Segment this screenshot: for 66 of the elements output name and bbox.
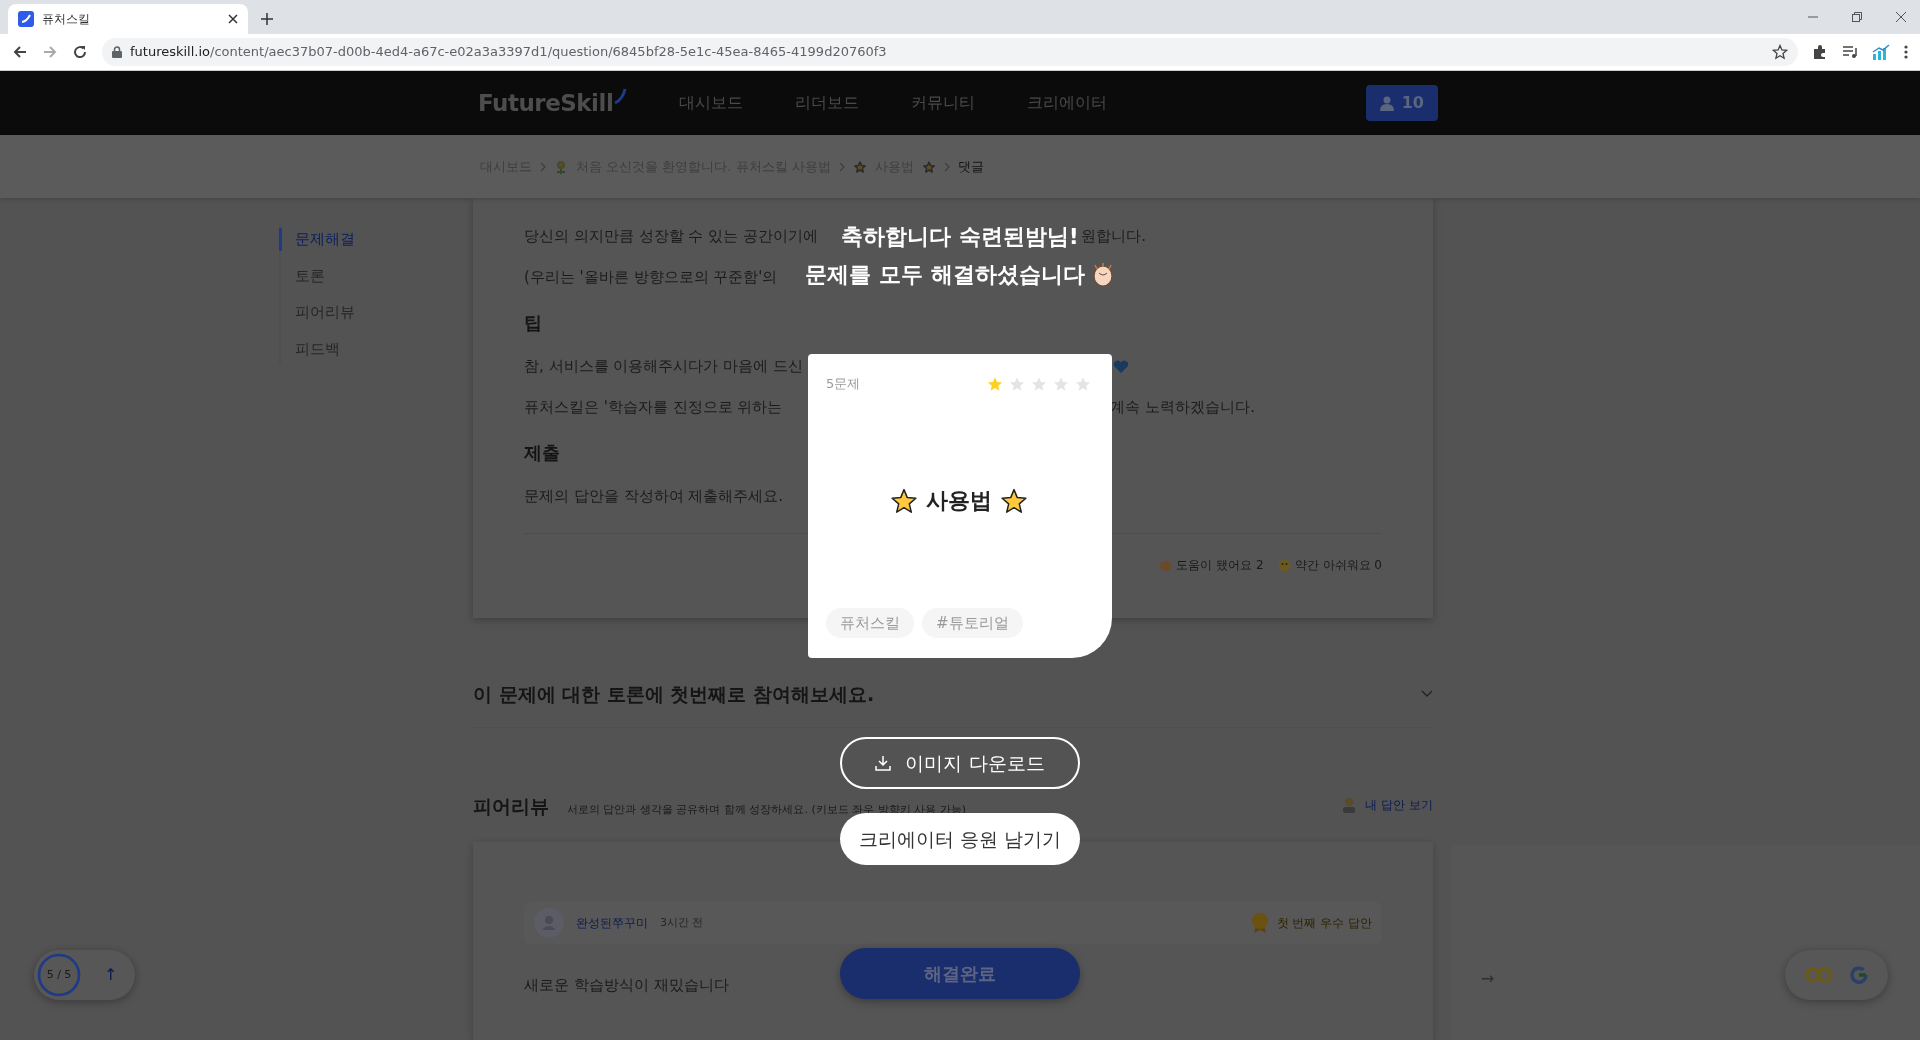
award-label: 첫 번째 우수 답안 <box>1276 915 1372 932</box>
tab-title: 퓨처스킬 <box>42 11 91 28</box>
discussion-title: 이 문제에 대한 토론에 첫번째로 참여해보세요. <box>473 682 875 707</box>
browser-tab[interactable]: 퓨처스킬 <box>8 4 248 34</box>
star-icon <box>852 159 867 174</box>
star-icon <box>890 486 918 515</box>
reload-icon[interactable] <box>72 44 88 60</box>
flower-icon <box>554 159 568 174</box>
body-text: 문제의 답안을 작성하여 제출해주세요. <box>524 486 784 508</box>
nav-link[interactable]: 대시보드 <box>679 91 744 115</box>
favicon-icon <box>18 11 34 27</box>
chevron-right-icon <box>540 161 546 172</box>
chart-icon[interactable] <box>1872 44 1890 60</box>
congrats-title: 문제를 모두 해결하셨습니다 <box>805 261 1085 289</box>
download-icon <box>875 755 892 771</box>
heart-icon <box>1113 359 1129 374</box>
body-text: (우리는 '올바른 방향으로의 꾸준함'의 <box>524 267 778 289</box>
chevron-right-icon <box>943 161 950 172</box>
scroll-top-button[interactable]: ↑ <box>104 963 118 987</box>
chevron-right-icon <box>838 161 845 172</box>
body-text: 원합니다. <box>1081 226 1146 248</box>
reaction-button[interactable]: 도움이 됐어요 2 <box>1159 556 1264 574</box>
url-text: futureskill.io/content/aec37b07-d00b-4ed4-a67c-e02a3a3397d1/question/6845bf28-5e1c-45ea-8465-4199d20760f3 <box>130 43 888 62</box>
cheer-button[interactable]: 크리에이터 응원 남기기 <box>840 813 1080 865</box>
swoosh-icon <box>613 87 628 105</box>
medal-icon <box>1250 912 1269 934</box>
star-icon <box>1000 486 1028 515</box>
section-heading: 팁 <box>524 310 543 335</box>
address-bar[interactable]: futureskill.io/content/aec37b07-d00b-4ed4-a67c-e02a3a3397d1/question/6845bf28-5e1c-45ea-8465-4199d20760f3 <box>102 38 1798 66</box>
user-icon <box>1379 95 1394 111</box>
nav-link[interactable]: 커뮤니티 <box>911 91 976 115</box>
menu-icon[interactable] <box>1904 44 1908 60</box>
nav-link[interactable]: 크리에이터 <box>1027 91 1108 115</box>
puzzle-icon[interactable] <box>1812 44 1828 60</box>
body-text: 당신의 의지만큼 성장할 수 있는 공간이기에 <box>524 226 818 248</box>
face-icon <box>1277 558 1291 572</box>
body-text: 퓨처스킬은 '학습자를 진정으로 위하는 <box>524 397 783 419</box>
card-title: 사용법 <box>926 487 992 515</box>
body-text: 계속 노력하겠습니다. <box>1110 397 1255 419</box>
back-icon[interactable] <box>12 44 28 60</box>
problem-count: 5문제 <box>826 375 861 393</box>
breadcrumb-item: 댓글 <box>957 157 984 176</box>
tag: 퓨처스킬 <box>826 607 914 638</box>
nav-link[interactable]: 리더보드 <box>795 91 860 115</box>
author-name[interactable]: 완성된쭈꾸미 <box>576 914 648 932</box>
section-heading: 제출 <box>524 440 561 465</box>
playlist-icon[interactable] <box>1842 44 1858 60</box>
lock-icon <box>112 46 122 58</box>
points-button[interactable]: 10 <box>1365 85 1438 121</box>
star-icon[interactable] <box>1772 44 1788 60</box>
section-title: 피어리뷰 <box>473 793 549 819</box>
close-icon[interactable] <box>1896 12 1906 22</box>
complete-button[interactable]: 해결완료 <box>840 948 1080 999</box>
tag: #튜토리얼 <box>922 607 1023 638</box>
my-answer-link[interactable]: 내 답안 보기 <box>1341 795 1433 814</box>
progress-text: 5 / 5 <box>45 966 73 983</box>
review-text: 새로운 학습방식이 재밌습니다 <box>524 975 729 996</box>
download-button[interactable]: 이미지 다운로드 <box>840 737 1080 789</box>
new-tab-icon[interactable] <box>260 12 274 26</box>
person-icon <box>1341 796 1358 813</box>
logo-text[interactable]: FutureSkill <box>478 85 614 121</box>
star-icon <box>921 159 936 174</box>
restore-icon[interactable] <box>1852 12 1862 22</box>
close-icon[interactable] <box>228 14 238 24</box>
congrats-title: 축하합니다 숙련된밤님! <box>841 223 1079 251</box>
next-arrow[interactable]: → <box>1481 969 1495 988</box>
